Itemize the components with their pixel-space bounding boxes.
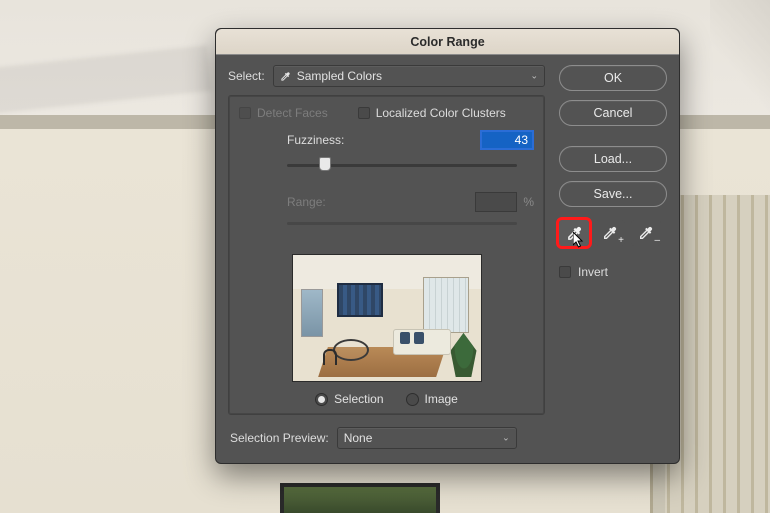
radio-icon	[315, 393, 328, 406]
radio-selection-label: Selection	[334, 392, 383, 406]
dialog-title: Color Range	[216, 29, 679, 55]
range-input	[475, 192, 517, 212]
fuzziness-input[interactable]	[480, 130, 534, 150]
localized-clusters-label: Localized Color Clusters	[376, 106, 506, 120]
bg-footer-strip	[280, 483, 440, 513]
range-unit: %	[523, 195, 534, 209]
pv-window-left	[301, 289, 323, 337]
invert-checkbox[interactable]	[559, 266, 571, 278]
detect-faces-label: Detect Faces	[257, 106, 328, 120]
slider-track	[287, 222, 517, 225]
eyedropper-tool[interactable]	[559, 220, 589, 246]
cancel-button[interactable]: Cancel	[559, 100, 667, 126]
fuzziness-label: Fuzziness:	[287, 133, 359, 147]
selection-preview-dropdown[interactable]: None ⌄	[337, 427, 517, 449]
dialog-left-column: Select: Sampled Colors ⌄ Detect Faces Lo…	[228, 65, 545, 449]
localized-clusters-checkbox[interactable]	[358, 107, 370, 119]
save-label: Save...	[594, 187, 633, 201]
ok-label: OK	[604, 71, 622, 85]
select-dropdown[interactable]: Sampled Colors ⌄	[273, 65, 545, 87]
eyedropper-add-tool[interactable]: +	[595, 220, 625, 246]
pv-wall-art	[337, 283, 383, 317]
radio-icon	[406, 393, 419, 406]
fuzziness-slider[interactable]	[287, 154, 517, 178]
eyedropper-icon	[566, 225, 583, 242]
radio-image-label: Image	[425, 392, 458, 406]
detect-faces-checkbox	[239, 107, 251, 119]
radio-selection[interactable]: Selection	[315, 392, 383, 406]
load-label: Load...	[594, 152, 632, 166]
chevron-down-icon: ⌄	[530, 71, 538, 82]
pv-window-right	[423, 277, 469, 333]
radio-image[interactable]: Image	[406, 392, 458, 406]
selection-preview-label: Selection Preview:	[230, 431, 329, 445]
minus-icon: –	[654, 235, 660, 246]
range-label: Range:	[287, 195, 359, 209]
ok-button[interactable]: OK	[559, 65, 667, 91]
eyedropper-minus-icon	[638, 225, 654, 241]
chevron-down-icon: ⌄	[502, 433, 510, 444]
color-range-dialog: Color Range Select: Sampled Colors ⌄ Det…	[215, 28, 680, 464]
range-slider	[287, 212, 517, 236]
pv-table	[333, 339, 369, 361]
eyedropper-icon	[280, 71, 291, 82]
dialog-right-column: OK Cancel Load... Save... + –	[559, 65, 667, 449]
load-button[interactable]: Load...	[559, 146, 667, 172]
eyedropper-plus-icon	[602, 225, 618, 241]
cancel-label: Cancel	[594, 106, 633, 120]
pv-sofa	[393, 329, 451, 355]
plus-icon: +	[618, 235, 624, 246]
select-value: Sampled Colors	[297, 69, 382, 83]
preview-thumbnail[interactable]	[292, 254, 482, 382]
slider-thumb[interactable]	[319, 157, 331, 171]
options-panel: Detect Faces Localized Color Clusters Fu…	[228, 95, 545, 415]
invert-label: Invert	[578, 265, 608, 279]
pv-chair	[323, 349, 337, 365]
save-button[interactable]: Save...	[559, 181, 667, 207]
select-label: Select:	[228, 69, 265, 83]
eyedropper-subtract-tool[interactable]: –	[631, 220, 661, 246]
selection-preview-value: None	[344, 431, 373, 445]
eyedropper-tools: + –	[559, 220, 667, 246]
dialog-title-text: Color Range	[410, 35, 484, 49]
